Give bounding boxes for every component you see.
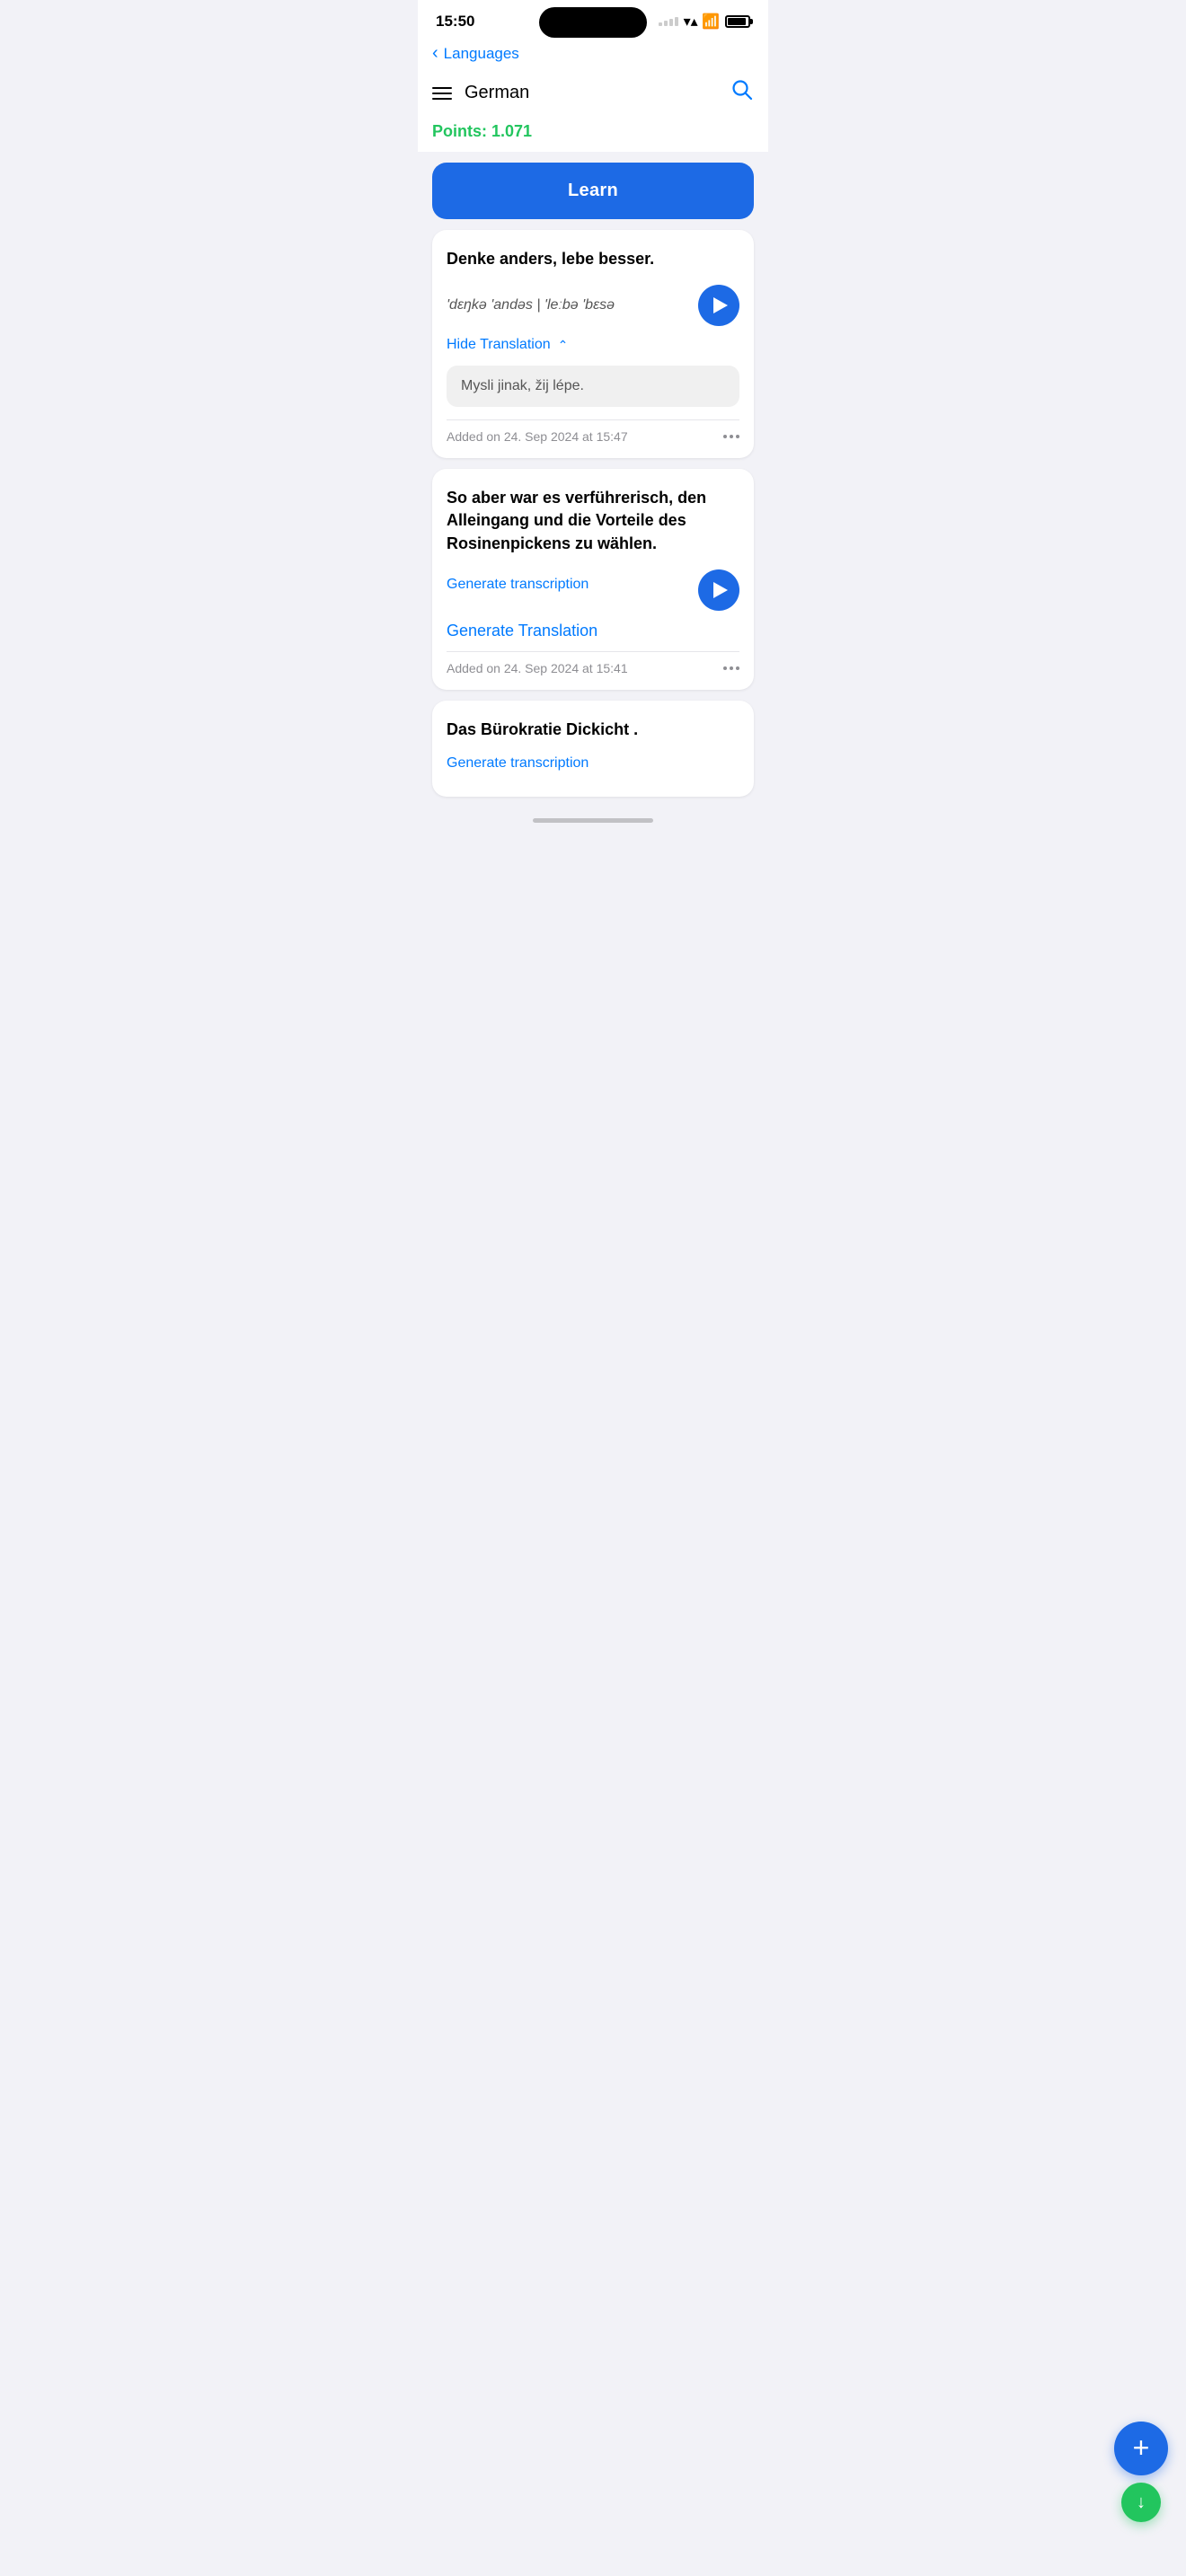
main-content: Learn Denke anders, lebe besser. 'dɛŋkə … [418,152,768,807]
card-2-generate-transcription[interactable]: Generate transcription [447,577,589,593]
card-2: So aber war es verführerisch, den Allein… [432,469,754,690]
signal-icon [659,17,678,26]
learn-button[interactable]: Learn [432,163,754,219]
card-2-divider [447,651,739,652]
card-1: Denke anders, lebe besser. 'dɛŋkə 'andəs… [432,230,754,458]
card-1-phonetic: 'dɛŋkə 'andəs | 'leːbə 'bɛsə [447,297,615,313]
dot-2 [730,435,733,438]
back-chevron-icon: ‹ [432,43,438,64]
menu-button[interactable] [432,87,452,100]
back-label: Languages [444,45,519,63]
card-3-phrase: Das Bürokratie Dickicht . [447,719,739,741]
search-button[interactable] [730,78,754,108]
battery-icon [725,15,750,28]
header: German [418,71,768,115]
card-1-more-button[interactable] [723,435,739,438]
dot-5 [730,666,733,670]
card-1-footer: Added on 24. Sep 2024 at 15:47 [447,429,739,444]
card-2-footer: Added on 24. Sep 2024 at 15:41 [447,661,739,675]
card-2-phrase: So aber war es verführerisch, den Allein… [447,487,739,555]
hamburger-line-2 [432,93,452,94]
card-3: Das Bürokratie Dickicht . Generate trans… [432,701,754,797]
home-indicator [533,818,653,823]
scroll-down-button[interactable]: ↓ [1121,2483,1161,2522]
card-2-play-button[interactable] [698,569,739,611]
play-icon [713,297,728,313]
back-nav[interactable]: ‹ Languages [418,36,768,71]
status-icons: ▾▴ 📶 [659,13,750,31]
card-1-play-button[interactable] [698,285,739,326]
hide-translation-button[interactable]: Hide Translation ⌃ [447,337,739,353]
points-bar: Points: 1.071 [418,115,768,152]
header-title: German [465,83,529,103]
add-icon: + [1133,2433,1150,2462]
dot-6 [736,666,739,670]
card-1-phonetic-row: 'dɛŋkə 'andəs | 'leːbə 'bɛsə [447,285,739,326]
chevron-up-icon: ⌃ [558,338,569,353]
card-3-generate-transcription[interactable]: Generate transcription [447,755,589,772]
card-1-translation-box: Mysli jinak, žij lépe. [447,366,739,407]
wifi-icon: ▾▴ 📶 [684,13,720,31]
play-icon-2 [713,582,728,598]
points-value: 1.071 [491,122,532,140]
down-arrow-icon: ↓ [1137,2492,1146,2513]
card-2-date: Added on 24. Sep 2024 at 15:41 [447,661,628,675]
card-1-translation: Mysli jinak, žij lépe. [461,378,584,393]
notch [539,7,647,38]
dot-3 [736,435,739,438]
hamburger-line-3 [432,98,452,100]
hamburger-line-1 [432,87,452,89]
card-1-date: Added on 24. Sep 2024 at 15:47 [447,429,628,444]
status-time: 15:50 [436,13,474,31]
card-2-phonetic-row: Generate transcription [447,569,739,611]
header-left: German [432,83,529,103]
card-1-phrase: Denke anders, lebe besser. [447,248,739,270]
hide-translation-label: Hide Translation [447,337,551,353]
card-2-generate-translation[interactable]: Generate Translation [447,622,739,640]
add-button[interactable]: + [1114,2422,1168,2475]
points-label: Points: 1.071 [432,122,532,140]
status-bar: 15:50 ▾▴ 📶 [418,0,768,36]
dot-1 [723,435,727,438]
card-2-more-button[interactable] [723,666,739,670]
dot-4 [723,666,727,670]
card-1-divider [447,419,739,420]
fab-container: + ↓ [1114,2422,1168,2522]
